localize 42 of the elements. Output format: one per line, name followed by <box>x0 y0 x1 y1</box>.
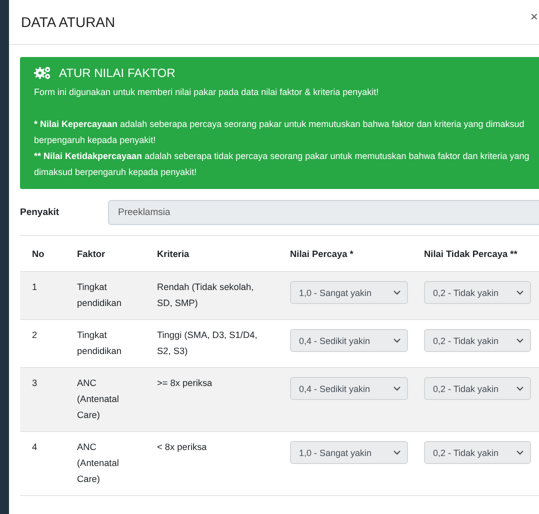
table-cell-text: 2 <box>31 329 38 342</box>
alert-text: Form ini digunakan untuk memberi nilai pakar pada data nilai faktor & kriteria penyakit! <box>34 86 380 99</box>
chevron-down-icon <box>516 450 524 455</box>
chevron-down-icon <box>393 290 401 295</box>
table-cell-text: < 8x periksa <box>157 441 208 454</box>
table-cell-text: >= 8x periksa <box>157 377 214 390</box>
table-cell-text: 4 <box>31 441 38 454</box>
chevron-down-icon <box>393 338 401 343</box>
value-dropdown[interactable]: 0,2 - Tidak yakin <box>424 329 531 352</box>
field-label: Penyakit <box>20 206 60 218</box>
value-dropdown[interactable]: 1,0 - Sangat yakin <box>290 281 408 304</box>
chevron-down-icon <box>393 450 401 455</box>
column-header: Faktor <box>77 248 106 258</box>
table-cell-text: 3 <box>31 377 38 390</box>
table-cell-text: Tingkat pendidikan <box>77 281 122 310</box>
table-cell-text: 1 <box>31 281 38 294</box>
chevron-down-icon <box>393 386 401 391</box>
table-cell-text: Tinggi (SMA, D3, S1/D4, S2, S3) <box>157 329 258 358</box>
value-dropdown[interactable]: 0,2 - Tidak yakin <box>424 377 531 400</box>
alert-text: * Nilai Kepercayaan adalah seberapa percaya seorang pakar untuk memutuskan bahwa faktor dan kriteria yang dimaksud berpengaruh kepada penyakit! <box>34 118 526 147</box>
table-cell-text: Rendah (Tidak sekolah, SD, SMP) <box>157 281 255 310</box>
alert-text: ** Nilai Ketidakpercayaan adalah seberapa tidak percaya seorang pakar untuk memutuskan bahwa faktor dan kriteria yang dimaksud berpengaruh kepada penyakit! <box>34 150 530 179</box>
chevron-down-icon <box>516 338 524 343</box>
column-header: Nilai Percaya * <box>290 248 354 258</box>
table-cell-text: ANC (Antenatal Care) <box>77 441 120 486</box>
alert-title: ATUR NILAI FAKTOR <box>59 66 176 80</box>
disease-field[interactable]: Preeklamsia <box>108 200 539 224</box>
column-header: Kriteria <box>157 248 190 258</box>
chevron-down-icon <box>516 290 524 295</box>
table-cell-text: Tingkat pendidikan <box>77 329 122 358</box>
value-dropdown[interactable]: 0,4 - Sedikit yakin <box>290 329 408 352</box>
gears-icon <box>34 66 51 80</box>
modal-title: DATA ATURAN <box>21 14 116 30</box>
column-header: No <box>31 248 46 258</box>
column-header: Nilai Tidak Percaya ** <box>424 248 518 258</box>
value-dropdown[interactable]: 0,2 - Tidak yakin <box>424 281 531 304</box>
table-cell-text: ANC (Antenatal Care) <box>77 377 120 422</box>
value-dropdown[interactable]: 0,2 - Tidak yakin <box>424 441 531 464</box>
value-dropdown[interactable]: 0,4 - Sedikit yakin <box>290 377 408 400</box>
close-button[interactable]: × <box>530 8 539 24</box>
chevron-down-icon <box>516 386 524 391</box>
value-dropdown[interactable]: 1,0 - Sangat yakin <box>290 441 408 464</box>
